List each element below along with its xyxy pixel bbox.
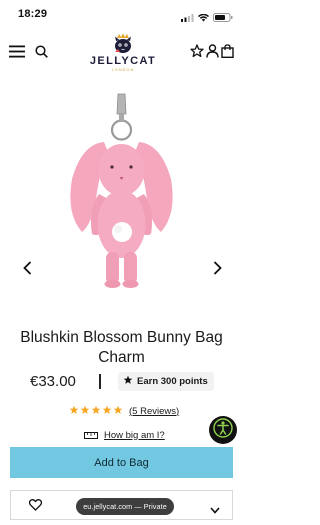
status-time: 18:29	[18, 8, 48, 20]
product-title: Blushkin Blossom Bunny Bag Charm	[20, 329, 223, 366]
rating-stars	[69, 402, 123, 420]
accessibility-icon	[213, 417, 233, 443]
cat-logo-icon	[110, 32, 136, 54]
rating-star-icon	[80, 402, 90, 420]
status-icons	[181, 9, 233, 27]
logo-text: JELLYCAT	[89, 55, 157, 67]
points-star-icon	[123, 375, 133, 388]
logo-subtext: LONDON	[111, 68, 135, 72]
signal-icon	[181, 9, 194, 27]
rating-star-icon	[113, 402, 123, 420]
size-guide-link[interactable]: How big am I?	[84, 426, 165, 444]
chevron-down-icon[interactable]	[210, 501, 220, 519]
search-icon[interactable]	[32, 42, 50, 60]
wifi-icon	[198, 9, 209, 27]
ruler-icon	[84, 426, 98, 444]
site-header: JELLYCAT LONDON	[0, 28, 243, 74]
bag-icon[interactable]	[218, 42, 236, 60]
rating[interactable]: (5 Reviews)	[69, 402, 179, 420]
accessibility-button[interactable]	[209, 416, 237, 444]
product-price: €33.00	[30, 373, 76, 390]
battery-icon	[213, 9, 233, 27]
points-badge: Earn 300 points	[118, 372, 214, 391]
product-image[interactable]	[0, 74, 243, 314]
rating-star-icon	[102, 402, 112, 420]
jellycat-logo[interactable]: JELLYCAT LONDON	[82, 32, 164, 72]
points-text: Earn 300 points	[137, 376, 208, 387]
size-guide-text: How big am I?	[104, 429, 165, 441]
rating-star-icon	[91, 402, 101, 420]
carousel-next-button[interactable]	[210, 260, 224, 276]
price-divider	[99, 374, 101, 389]
reviews-link[interactable]: (5 Reviews)	[129, 406, 179, 417]
menu-icon[interactable]	[8, 42, 26, 60]
browser-url-pill[interactable]: eu.jellycat.com — Private	[76, 498, 174, 515]
carousel-prev-button[interactable]	[20, 260, 34, 276]
heart-icon[interactable]	[28, 498, 43, 516]
status-bar: 18:29	[0, 0, 243, 28]
rating-star-icon	[69, 402, 79, 420]
add-to-bag-button[interactable]: Add to Bag	[10, 447, 233, 478]
